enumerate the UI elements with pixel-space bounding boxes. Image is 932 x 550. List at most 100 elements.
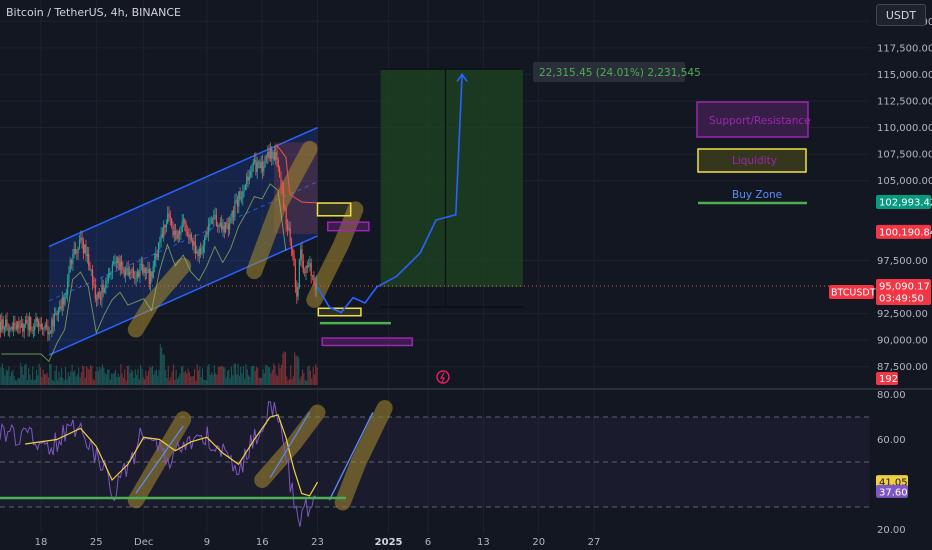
volume-bar xyxy=(273,363,275,385)
candle-body xyxy=(82,241,84,254)
volume-bar xyxy=(307,366,309,385)
volume-bar xyxy=(198,370,200,385)
candle-body xyxy=(314,283,316,291)
candle-body xyxy=(221,222,223,230)
price-axis-tick-label: 115,000.00 xyxy=(877,70,932,81)
volume-bar xyxy=(43,373,45,385)
candle-body xyxy=(153,260,156,266)
candle-body xyxy=(73,248,75,255)
volume-bar xyxy=(1,363,3,385)
volume-bar xyxy=(109,379,111,385)
candle-body xyxy=(38,322,40,327)
volume-bar xyxy=(190,376,192,385)
candle-body xyxy=(172,225,174,236)
time-axis-tick-label: 9 xyxy=(204,537,210,548)
candle-body xyxy=(194,241,196,254)
volume-bar xyxy=(282,353,284,385)
candle-body xyxy=(261,162,264,172)
candle-body xyxy=(227,224,229,230)
candle-body xyxy=(281,187,283,189)
candle-body xyxy=(67,281,69,295)
candle-body xyxy=(114,261,116,263)
volume-bar xyxy=(7,370,9,385)
volume-bar xyxy=(8,366,10,385)
candle-body xyxy=(146,272,148,274)
volume-bar xyxy=(267,367,269,385)
volume-bar xyxy=(142,377,144,385)
volume-bar xyxy=(213,365,215,385)
time-axis-tick-label: 20 xyxy=(532,537,545,548)
candle-body xyxy=(34,326,36,331)
candle-body xyxy=(173,231,175,236)
chart-canvas[interactable]: 120,000.00117,500.00115,000.00112,500.00… xyxy=(0,0,932,550)
volume-bar xyxy=(316,367,318,385)
candle-body xyxy=(126,268,128,269)
volume-bar xyxy=(33,379,35,385)
volume-bar xyxy=(162,354,164,385)
volume-bar xyxy=(133,378,135,385)
candle-body xyxy=(19,326,21,328)
volume-bar xyxy=(66,379,68,385)
candle-body xyxy=(200,248,202,254)
candle-body xyxy=(239,191,241,200)
support-resistance-zone-upper xyxy=(327,221,370,232)
volume-bar xyxy=(299,379,301,385)
volume-bar xyxy=(258,377,260,385)
volume-bar xyxy=(233,363,235,385)
currency-button[interactable]: USDT xyxy=(876,4,926,26)
volume-bar xyxy=(138,379,140,385)
volume-bar xyxy=(216,374,218,385)
candle-body xyxy=(198,248,200,257)
candle-body xyxy=(201,252,203,254)
candle-body xyxy=(123,270,125,276)
candle-body xyxy=(22,323,24,332)
candle-body xyxy=(144,268,146,273)
candle-body xyxy=(251,165,253,172)
volume-bar xyxy=(24,365,26,385)
badge-symbol: BTCUSDT xyxy=(831,288,876,299)
candle-body xyxy=(279,167,281,177)
volume-bar xyxy=(11,371,13,385)
candle-body xyxy=(24,319,27,324)
candle-body xyxy=(64,294,66,305)
volume-bar xyxy=(291,379,293,385)
candle-body xyxy=(103,288,106,293)
candle-body xyxy=(6,319,8,331)
volume-bar xyxy=(46,372,48,385)
candle-body xyxy=(99,297,102,300)
candle-body xyxy=(171,218,173,226)
candle-body xyxy=(138,271,140,277)
volume-bar xyxy=(262,369,264,385)
projection-label: 22,315.45 (24.01%) 2,231,545 xyxy=(539,67,701,79)
badge-last-price: 95,090.17 xyxy=(879,282,930,293)
volume-bar xyxy=(70,371,72,385)
candle-body xyxy=(76,252,78,254)
volume-bar xyxy=(146,376,148,385)
candle-body xyxy=(267,151,269,158)
candle-body xyxy=(167,213,169,224)
candle-body xyxy=(217,225,219,227)
volume-bar xyxy=(205,380,207,385)
volume-bar xyxy=(151,365,153,385)
candle-body xyxy=(165,223,167,228)
volume-bar xyxy=(270,373,272,385)
volume-bar xyxy=(275,374,277,385)
candle-body xyxy=(68,272,70,282)
volume-bar xyxy=(3,368,5,385)
candle-body xyxy=(30,317,32,330)
candle-body xyxy=(169,215,171,219)
volume-bar xyxy=(178,376,180,385)
candle-body xyxy=(130,272,132,273)
volume-bar xyxy=(204,380,206,385)
candle-body xyxy=(45,325,48,327)
volume-bar xyxy=(90,365,92,385)
candle-body xyxy=(17,321,19,329)
volume-bar xyxy=(120,364,122,385)
volume-bar xyxy=(30,379,32,385)
volume-bar xyxy=(173,364,175,385)
volume-bar xyxy=(101,364,103,385)
volume-bar xyxy=(230,366,232,385)
volume-bar xyxy=(186,373,188,385)
time-axis-tick-label: 2025 xyxy=(375,537,403,548)
candle-body xyxy=(52,319,54,327)
